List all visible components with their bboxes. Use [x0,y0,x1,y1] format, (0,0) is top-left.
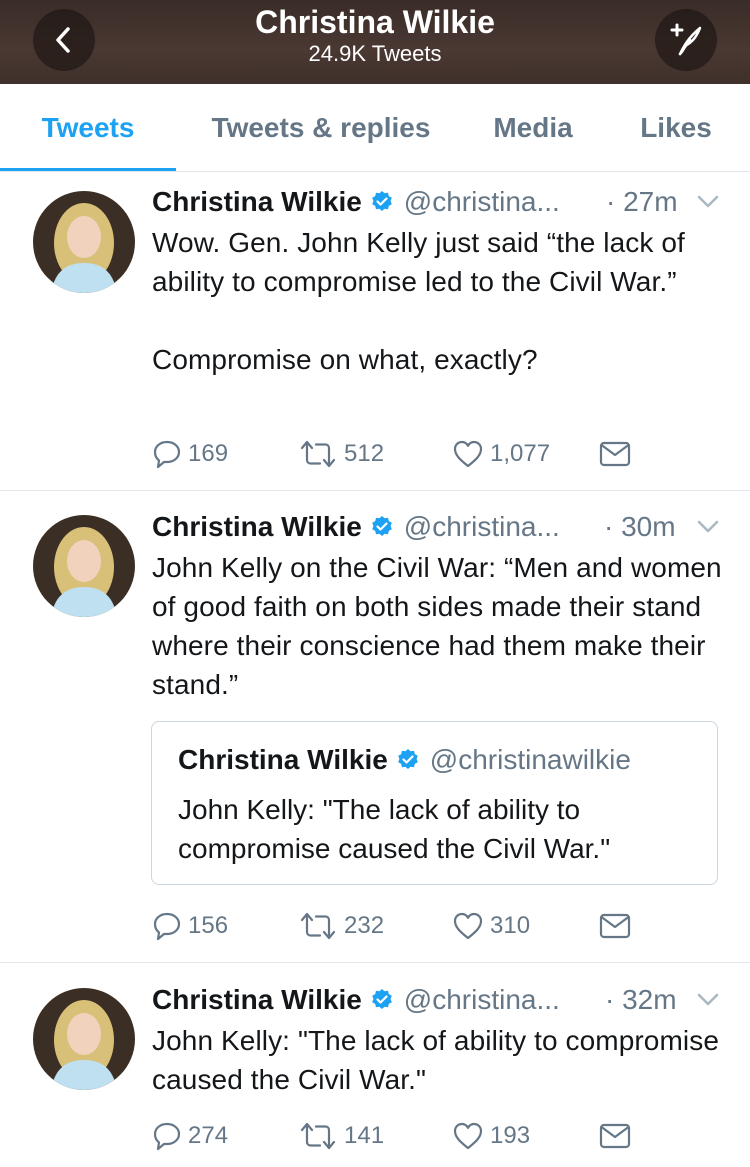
tab-tweets-and-replies[interactable]: Tweets & replies [190,84,452,172]
tweet-menu-button[interactable] [695,514,721,540]
reply-icon [153,1122,181,1151]
like-button[interactable]: 310 [452,910,530,942]
tweet-actions: 169 512 1,077 [0,438,750,470]
tab-media[interactable]: Media [470,84,596,172]
quoted-tweet-header: Christina Wilkie @christinawilkie [178,742,631,778]
reply-button[interactable]: 156 [152,910,228,942]
tweet-header: Christina Wilkie @christina... [152,509,560,545]
reply-button[interactable]: 169 [152,438,228,470]
quoted-tweet[interactable]: Christina Wilkie @christinawilkie John K… [151,721,718,885]
retweet-icon [300,1122,336,1150]
tweet[interactable]: Christina Wilkie @christina... · 32m Joh… [0,963,750,1167]
retweet-icon [300,440,336,468]
avatar[interactable] [33,515,135,617]
avatar[interactable] [33,191,135,293]
retweet-count: 141 [344,1122,385,1149]
chevron-down-icon [697,195,719,208]
quoted-author-name: Christina Wilkie [178,744,388,775]
tweet-menu-button[interactable] [695,189,721,215]
reply-count: 169 [188,440,229,467]
quoted-author-handle: @christinawilkie [429,744,631,775]
like-count: 1,077 [490,440,551,467]
envelope-icon [599,913,631,939]
envelope-icon [599,1123,631,1149]
chevron-down-icon [697,993,719,1006]
retweet-button[interactable]: 141 [298,1120,384,1152]
tweet-timestamp: · 32m [605,984,677,1015]
direct-message-button[interactable] [599,1120,631,1152]
direct-message-button[interactable] [599,910,631,942]
chevron-down-icon [697,520,719,533]
retweet-count: 232 [344,912,385,939]
envelope-icon [599,441,631,467]
verified-badge-icon [370,988,394,1012]
verified-badge-icon [370,190,394,214]
retweet-button[interactable]: 512 [298,438,384,470]
heart-icon [453,1122,483,1150]
tweet-header: Christina Wilkie @christina... [152,184,560,220]
profile-name-title: Christina Wilkie [255,4,495,40]
tweet-text: John Kelly: "The lack of ability to comp… [152,1025,727,1095]
verified-badge-icon [396,748,420,772]
tweet-text: John Kelly on the Civil War: “Men and wo… [152,552,730,700]
tweet-count: 24.9K Tweets [308,41,442,66]
retweet-button[interactable]: 232 [298,910,384,942]
tweet-menu-button[interactable] [695,987,721,1013]
reply-icon [153,912,181,941]
quoted-tweet-text: John Kelly: "The lack of ability to comp… [178,794,611,864]
verified-badge-icon [370,515,394,539]
like-button[interactable]: 193 [452,1120,530,1152]
tab-likes[interactable]: Likes [616,84,736,172]
active-tab-indicator [0,168,176,171]
author-handle[interactable]: @christina... [404,186,560,218]
author-handle[interactable]: @christina... [404,511,560,543]
heart-icon [453,912,483,940]
tweet[interactable]: Christina Wilkie @christina... · 30m Joh… [0,491,750,963]
retweet-icon [300,912,336,940]
author-name[interactable]: Christina Wilkie [152,984,362,1016]
tweet-actions: 156 232 310 [0,910,750,942]
reply-button[interactable]: 274 [152,1120,228,1152]
reply-icon [153,440,181,469]
compose-tweet-button[interactable] [655,9,717,71]
tweet-timestamp: · 27m [606,186,678,217]
heart-icon [453,440,483,468]
like-count: 310 [490,912,531,939]
reply-count: 274 [188,1122,229,1149]
author-name[interactable]: Christina Wilkie [152,186,362,218]
compose-tweet-icon [670,23,702,56]
profile-tabs: Tweets Tweets & replies Media Likes [0,84,750,172]
direct-message-button[interactable] [599,438,631,470]
author-name[interactable]: Christina Wilkie [152,511,362,543]
tweet-timestamp: · 30m [604,511,676,542]
tweet-text: Wow. Gen. John Kelly just said “the lack… [152,227,685,375]
retweet-count: 512 [344,440,385,467]
avatar[interactable] [33,988,135,1090]
like-count: 193 [490,1122,531,1149]
profile-header: Christina Wilkie 24.9K Tweets [0,0,750,84]
tab-tweets[interactable]: Tweets [0,84,176,172]
like-button[interactable]: 1,077 [452,438,550,470]
tweet-actions: 274 141 193 [0,1120,750,1152]
tweet-header: Christina Wilkie @christina... [152,982,560,1018]
tweet[interactable]: Christina Wilkie @christina... · 27m Wow… [0,172,750,491]
author-handle[interactable]: @christina... [404,984,560,1016]
reply-count: 156 [188,912,229,939]
